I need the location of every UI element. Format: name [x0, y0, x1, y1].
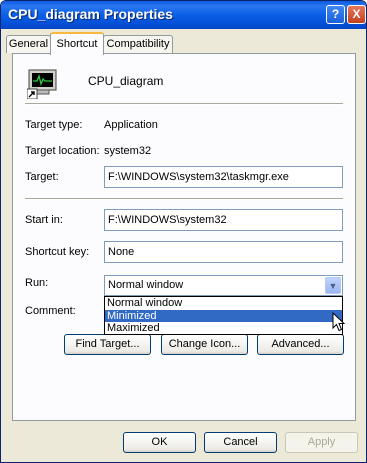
start-in-label: Start in:	[25, 214, 63, 226]
chevron-down-icon[interactable]: ▼	[325, 277, 341, 294]
target-field[interactable]: F:\WINDOWS\system32\taskmgr.exe	[104, 166, 343, 188]
app-monitor-icon	[27, 69, 57, 99]
ok-button[interactable]: OK	[123, 432, 196, 453]
target-location-label: Target location:	[25, 145, 100, 157]
tab-shortcut[interactable]: Shortcut	[50, 32, 104, 55]
run-option-normal[interactable]: Normal window	[105, 297, 342, 310]
close-button[interactable]: X	[347, 5, 366, 24]
separator	[25, 103, 343, 105]
window-title: CPU_diagram Properties	[8, 6, 173, 22]
find-target-button[interactable]: Find Target...	[64, 334, 151, 355]
mouse-pointer-icon	[332, 312, 346, 332]
title-bar[interactable]: CPU_diagram Properties ? X	[1, 1, 366, 29]
target-location-value: system32	[104, 145, 152, 157]
run-select[interactable]: Normal window ▼	[104, 275, 343, 296]
properties-dialog: CPU_diagram Properties ? X General Short…	[0, 0, 367, 463]
run-label: Run:	[25, 277, 49, 289]
run-dropdown-list: Normal window Minimized Maximized	[104, 296, 343, 335]
target-label: Target:	[25, 171, 59, 183]
help-button[interactable]: ?	[326, 5, 345, 24]
separator	[25, 198, 343, 200]
tab-general[interactable]: General	[6, 35, 51, 53]
shortcut-key-field[interactable]: None	[104, 241, 343, 263]
tab-compatibility[interactable]: Compatibility	[103, 35, 173, 53]
start-in-field[interactable]: F:\WINDOWS\system32	[104, 209, 343, 231]
apply-button[interactable]: Apply	[285, 432, 358, 453]
target-type-value: Application	[104, 119, 158, 131]
cancel-button[interactable]: Cancel	[204, 432, 277, 453]
target-type-label: Target type:	[25, 119, 83, 131]
run-selected-value: Normal window	[108, 279, 184, 291]
shortcut-panel: CPU_diagram Target type: Application Tar…	[12, 53, 356, 421]
run-option-minimized[interactable]: Minimized	[105, 309, 342, 322]
shortcut-name: CPU_diagram	[88, 74, 164, 88]
comment-label: Comment:	[25, 305, 76, 317]
shortcut-key-label: Shortcut key:	[25, 246, 90, 258]
change-icon-button[interactable]: Change Icon...	[161, 334, 248, 355]
advanced-button[interactable]: Advanced...	[257, 334, 344, 355]
run-option-maximized[interactable]: Maximized	[105, 322, 342, 335]
